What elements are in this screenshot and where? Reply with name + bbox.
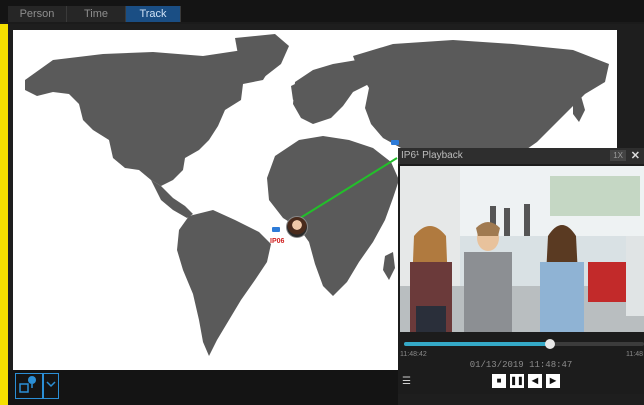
tab-time[interactable]: Time bbox=[67, 6, 126, 22]
camera-label: IP06 bbox=[270, 238, 285, 245]
central-america bbox=[151, 180, 193, 218]
current-datetime: 01/13/2019 11:48:47 bbox=[469, 360, 573, 370]
playback-titlebar[interactable]: IP6¹ Playback 1X ✕ bbox=[398, 148, 644, 164]
camera-icon[interactable] bbox=[272, 227, 280, 232]
africa bbox=[267, 136, 399, 296]
timeline-end-time: 11:48 bbox=[626, 351, 643, 358]
tab-track[interactable]: Track bbox=[126, 6, 181, 22]
pause-button[interactable]: ❚❚ bbox=[510, 374, 524, 388]
list-icon[interactable]: ☰ bbox=[402, 376, 411, 387]
playback-video[interactable] bbox=[400, 166, 644, 332]
chevron-down-icon[interactable] bbox=[43, 373, 59, 399]
bottom-toolbar bbox=[8, 370, 398, 405]
close-icon[interactable]: ✕ bbox=[631, 149, 640, 162]
north-america bbox=[25, 50, 273, 186]
previous-button[interactable]: ◀ bbox=[528, 374, 542, 388]
playback-timeline: 11:48:42 11:48 01/13/2019 11:48:47 ☰ ■ ❚… bbox=[398, 334, 644, 394]
progress-fill bbox=[404, 342, 551, 346]
south-america bbox=[177, 210, 271, 356]
selected-window-border bbox=[0, 24, 8, 405]
map-camera-icon[interactable] bbox=[15, 373, 43, 399]
progress-handle[interactable] bbox=[545, 339, 556, 349]
top-tab-bar: Person Time Track bbox=[0, 0, 644, 22]
progress-track[interactable] bbox=[404, 339, 644, 349]
face-thumbnail[interactable] bbox=[286, 216, 308, 238]
next-button[interactable]: ▶ bbox=[546, 374, 560, 388]
camera-icon[interactable] bbox=[391, 140, 399, 145]
speed-badge[interactable]: 1X bbox=[610, 150, 626, 161]
timeline-start-time: 11:48:42 bbox=[400, 351, 427, 358]
madagascar bbox=[383, 252, 395, 280]
japan bbox=[573, 96, 585, 122]
playback-title: IP6¹ Playback bbox=[401, 150, 463, 161]
tab-person[interactable]: Person bbox=[8, 6, 67, 22]
playback-window: IP6¹ Playback 1X ✕ 11:48:42 11:48 01/13/… bbox=[398, 148, 644, 394]
stop-button[interactable]: ■ bbox=[492, 374, 506, 388]
